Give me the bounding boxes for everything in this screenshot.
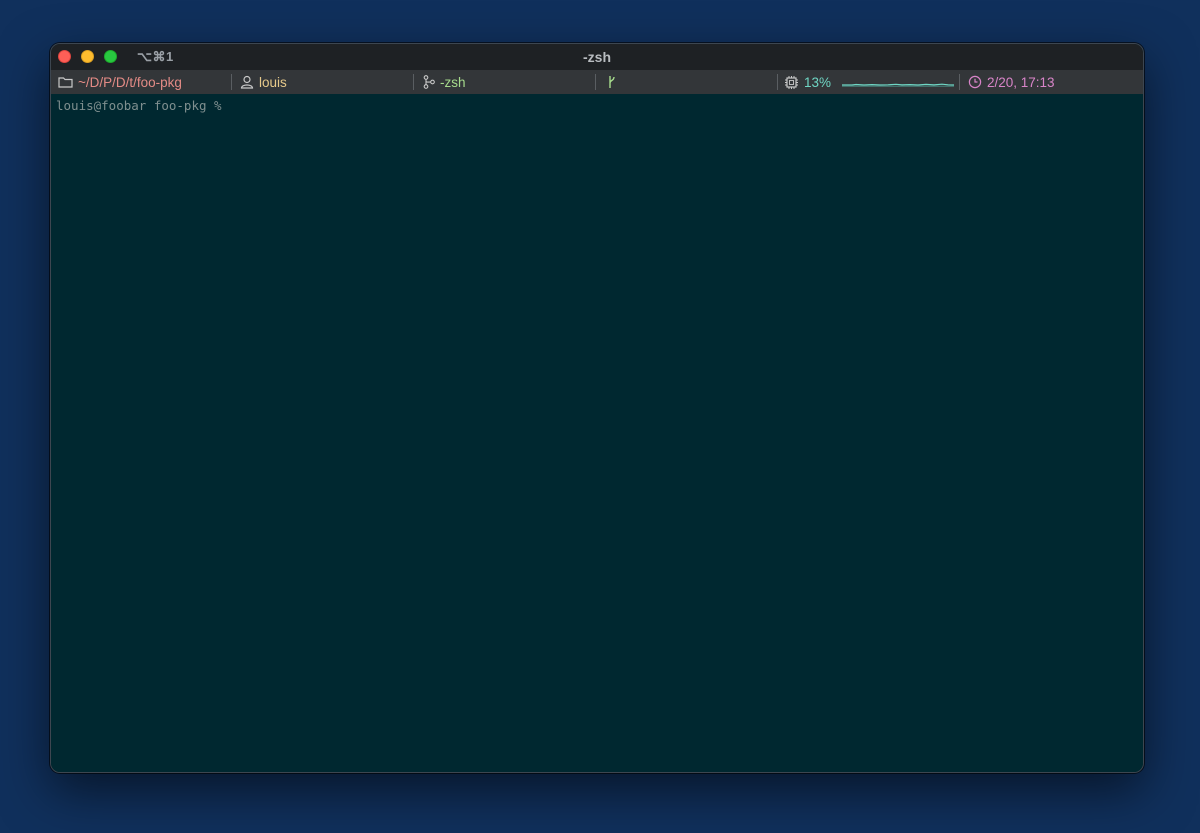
- status-divider: [413, 74, 414, 90]
- status-divider: [595, 74, 596, 90]
- folder-icon: [58, 76, 73, 88]
- status-divider: [231, 74, 232, 90]
- user-icon: [240, 75, 254, 89]
- git-branch-icon: [423, 75, 435, 89]
- status-cpu[interactable]: 13%: [784, 70, 955, 94]
- terminal-area[interactable]: louis@foobar foo-pkg %: [51, 94, 1143, 772]
- window-title: -zsh: [583, 49, 611, 65]
- status-path[interactable]: ~/D/P/D/t/foo-pkg: [58, 70, 182, 94]
- status-bar: ~/D/P/D/t/foo-pkg louis -zsh 13% 2/20, 1…: [51, 70, 1143, 95]
- terminal-window: ⌥⌘1 -zsh ~/D/P/D/t/foo-pkg louis -zsh 13…: [50, 43, 1144, 773]
- job-label: -zsh: [440, 74, 466, 90]
- title-bar[interactable]: ⌥⌘1 -zsh: [51, 44, 1143, 70]
- cpu-label: 13%: [804, 74, 832, 90]
- status-user[interactable]: louis: [240, 70, 287, 94]
- status-git[interactable]: [607, 70, 622, 94]
- clock-icon: [968, 75, 982, 89]
- status-divider: [959, 74, 960, 90]
- status-job[interactable]: -zsh: [423, 70, 466, 94]
- cpu-icon: [784, 75, 799, 90]
- status-divider: [777, 74, 778, 90]
- shell-prompt: louis@foobar foo-pkg %: [56, 98, 222, 113]
- path-label: ~/D/P/D/t/foo-pkg: [78, 74, 182, 90]
- git-fork-icon: [607, 75, 617, 89]
- clock-label: 2/20, 17:13: [987, 74, 1055, 90]
- cpu-sparkline: [842, 75, 955, 90]
- status-clock[interactable]: 2/20, 17:13: [968, 70, 1055, 94]
- user-label: louis: [259, 74, 287, 90]
